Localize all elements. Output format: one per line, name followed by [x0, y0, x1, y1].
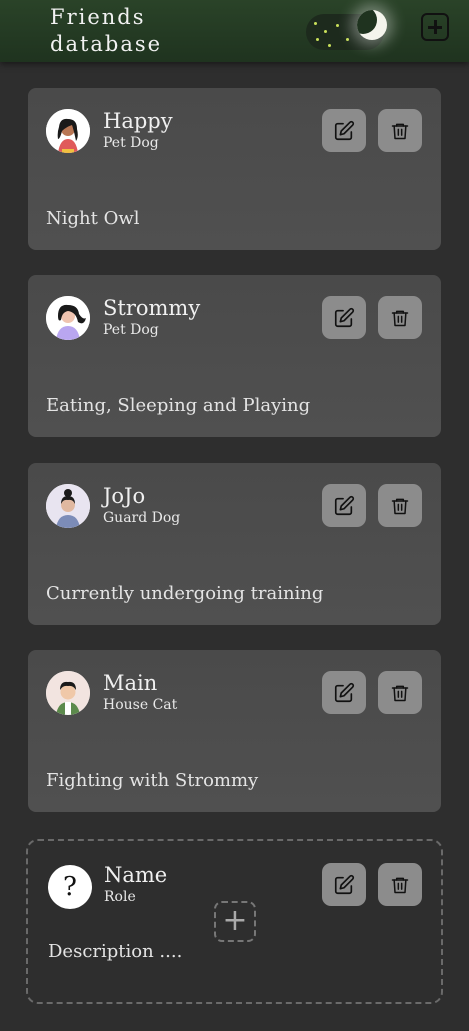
edit-icon	[334, 874, 355, 894]
friend-card: Happy Pet Dog Night Owl	[28, 88, 441, 250]
avatar	[46, 296, 90, 340]
friend-name: Strommy	[103, 296, 201, 320]
edit-button[interactable]	[322, 863, 366, 906]
moon-icon[interactable]	[357, 10, 387, 40]
friend-card: JoJo Guard Dog Currently undergoing trai…	[28, 463, 441, 625]
friend-role: House Cat	[103, 697, 178, 713]
friend-role: Pet Dog	[103, 135, 159, 151]
app-header: Friends database	[0, 0, 469, 62]
delete-button[interactable]	[378, 484, 422, 527]
delete-button[interactable]	[378, 863, 422, 906]
edit-icon	[334, 495, 355, 515]
avatar	[46, 109, 90, 153]
placeholder-avatar: ?	[48, 865, 92, 909]
edit-icon	[334, 120, 355, 140]
friend-description: Night Owl	[46, 208, 140, 229]
edit-button[interactable]	[322, 671, 366, 714]
friend-description: Eating, Sleeping and Playing	[46, 395, 311, 416]
delete-button[interactable]	[378, 109, 422, 152]
edit-button[interactable]	[322, 484, 366, 527]
friend-card: Main House Cat Fighting with Strommy	[28, 650, 441, 812]
placeholder-name: Name	[104, 863, 168, 887]
avatar	[46, 484, 90, 528]
edit-icon	[334, 307, 355, 327]
trash-icon	[391, 498, 409, 514]
trash-icon	[391, 310, 409, 326]
friend-role: Guard Dog	[103, 510, 181, 526]
edit-button[interactable]	[322, 296, 366, 339]
trash-icon	[391, 877, 409, 893]
add-friend-button[interactable]	[421, 13, 449, 41]
placeholder-description: Description ....	[48, 941, 183, 962]
friend-description: Currently undergoing training	[46, 583, 324, 604]
friend-role: Pet Dog	[103, 322, 159, 338]
friend-description: Fighting with Strommy	[46, 770, 259, 791]
placeholder-role: Role	[104, 889, 136, 905]
edit-button[interactable]	[322, 109, 366, 152]
delete-button[interactable]	[378, 671, 422, 714]
friend-name: Happy	[103, 109, 173, 133]
friend-name: JoJo	[103, 484, 146, 508]
delete-button[interactable]	[378, 296, 422, 339]
avatar	[46, 671, 90, 715]
app-title: Friends database	[50, 5, 163, 56]
add-new-button[interactable]: +	[214, 901, 256, 942]
trash-icon	[391, 123, 409, 139]
edit-icon	[334, 682, 355, 702]
trash-icon	[391, 685, 409, 701]
friend-card: Strommy Pet Dog Eating, Sleeping and Pla…	[28, 275, 441, 437]
new-friend-card[interactable]: ? Name Role Description .... +	[26, 839, 443, 1004]
friend-name: Main	[103, 671, 158, 695]
